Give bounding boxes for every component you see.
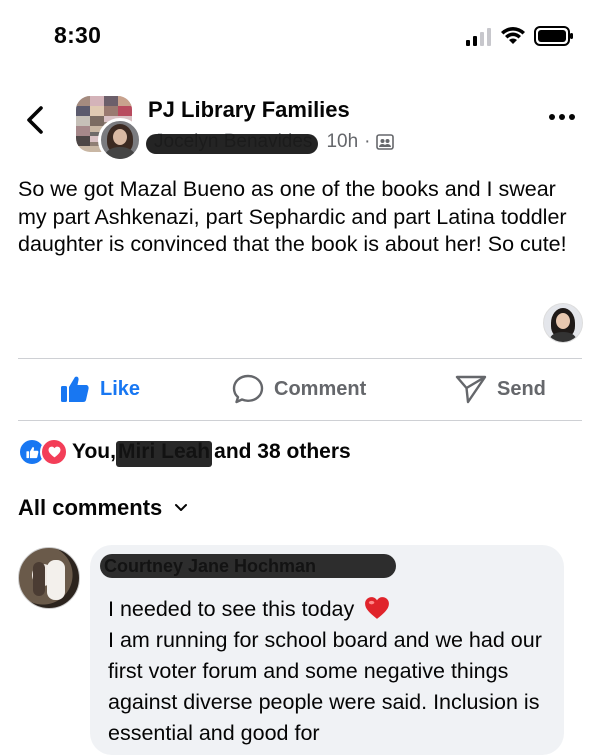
comment-bubble-icon: [232, 374, 264, 404]
thumbs-up-icon: [61, 376, 89, 402]
cellular-signal-icon: [466, 28, 491, 46]
comment-author-wrap: Courtney Jane Hochman: [99, 554, 397, 578]
send-button[interactable]: Send: [455, 370, 546, 408]
commenter-avatar[interactable]: [18, 547, 80, 609]
post-time: 10h: [326, 131, 359, 152]
author-name[interactable]: Jocelyn Benavides: [145, 131, 319, 154]
reactions-text: You, Miri Leah and 38 others: [72, 440, 351, 467]
send-icon: [455, 375, 487, 404]
post-meta: Jocelyn Benavides 10h ·: [145, 130, 395, 154]
battery-icon: [534, 26, 573, 46]
comment-label: Comment: [274, 377, 367, 400]
group-name[interactable]: PJ Library Families: [148, 97, 350, 123]
send-label: Send: [497, 377, 546, 400]
comment-button[interactable]: Comment: [232, 370, 366, 408]
comments-filter[interactable]: All comments: [18, 495, 188, 521]
reactions-prefix: You,: [72, 440, 116, 463]
love-reaction-icon: [40, 438, 68, 466]
reactor-name[interactable]: Miri Leah: [115, 440, 213, 467]
seen-by-avatar[interactable]: [543, 303, 583, 343]
author-avatar[interactable]: [98, 118, 142, 162]
more-options-icon[interactable]: [548, 110, 576, 124]
reactions-suffix: and 38 others: [214, 440, 351, 463]
group-audience-icon: [376, 134, 395, 150]
comment-body: I am running for school board and we had…: [108, 628, 542, 745]
divider: [18, 420, 582, 421]
divider: [18, 358, 582, 359]
comment-first-line: I needed to see this today: [108, 597, 355, 621]
comment-author[interactable]: Courtney Jane Hochman: [104, 556, 316, 576]
comments-filter-label: All comments: [18, 495, 163, 520]
back-chevron-icon[interactable]: [24, 104, 46, 136]
like-label: Like: [100, 377, 141, 400]
comment-line: I needed to see this today: [108, 594, 548, 625]
meta-separator: ·: [364, 131, 371, 152]
red-heart-icon: [365, 597, 390, 619]
chevron-down-icon: [175, 504, 188, 511]
reactions-summary[interactable]: You, Miri Leah and 38 others: [18, 437, 351, 467]
post-body: So we got Mazal Bueno as one of the book…: [18, 177, 567, 256]
status-time: 8:30: [54, 22, 102, 48]
like-button[interactable]: Like: [60, 370, 140, 408]
wifi-icon: [501, 27, 525, 44]
comment-text: I needed to see this today I am running …: [108, 594, 548, 749]
